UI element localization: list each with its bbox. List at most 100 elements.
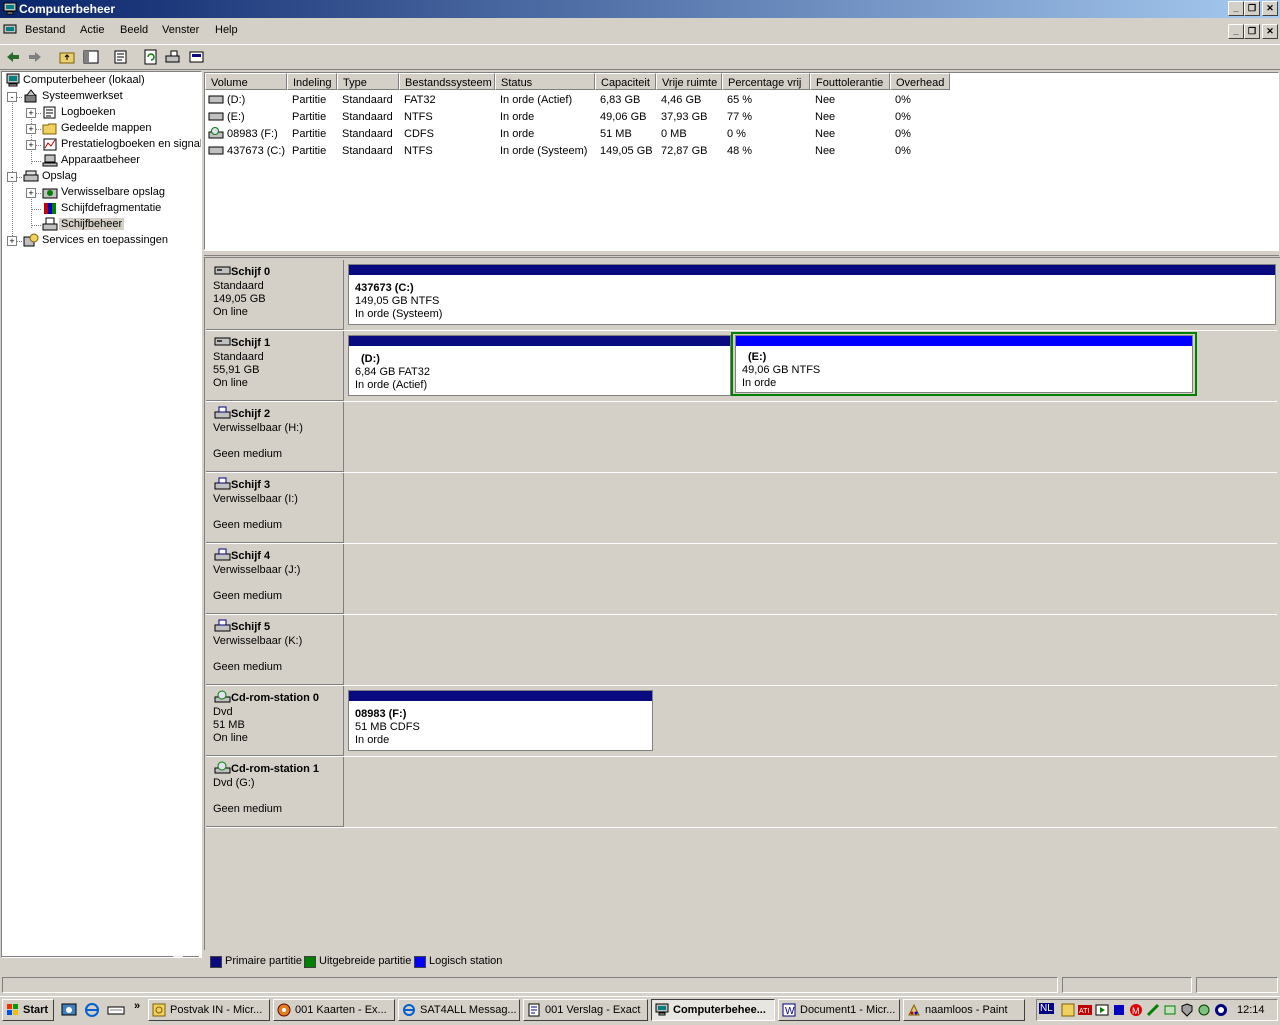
menu-help[interactable]: Help	[215, 24, 238, 36]
disk-label[interactable]: Schijf 0 Standaard 149,05 GB On line	[206, 260, 344, 330]
partition-f[interactable]: 08983 (F:) 51 MB CDFS In orde	[348, 690, 653, 751]
clock[interactable]: 12:14	[1237, 1004, 1265, 1016]
show-desktop-icon[interactable]	[61, 1002, 77, 1018]
tree-item-prestatielogboeken[interactable]: + Prestatielogboeken en signal	[2, 137, 201, 153]
volume-list[interactable]: Volume Indeling Type Bestandssysteem Sta…	[204, 72, 1279, 250]
disk-label[interactable]: Schijf 5 Verwisselbaar (K:) Geen medium	[206, 615, 344, 685]
expand-toggle[interactable]: +	[26, 140, 36, 150]
forward-arrow-icon[interactable]	[26, 48, 44, 66]
disk-label[interactable]: Cd-rom-station 1 Dvd (G:) Geen medium	[206, 757, 344, 827]
column-percentage-vrij[interactable]: Percentage vrij	[722, 73, 810, 90]
up-folder-icon[interactable]	[58, 48, 76, 66]
collapse-toggle[interactable]: -	[7, 92, 17, 102]
drive-settings-icon[interactable]	[164, 48, 182, 66]
partition-c[interactable]: 437673 (C:) 149,05 GB NTFS In orde (Syst…	[348, 264, 1276, 325]
tree-horizontal-scrollbar[interactable]: ◀ ▶	[2, 956, 199, 957]
child-minimize-button[interactable]: _	[1228, 24, 1244, 39]
partition-d[interactable]: (D:) 6,84 GB FAT32 In orde (Actief)	[348, 335, 731, 396]
start-button[interactable]: Start	[2, 999, 54, 1021]
disk-row-cdrom-0[interactable]: Cd-rom-station 0 Dvd 51 MB On line 08983…	[206, 686, 1277, 757]
tree-item-systeemwerkset[interactable]: - Systeemwerkset	[2, 89, 201, 105]
media-icon[interactable]	[1095, 1003, 1109, 1017]
task-document1[interactable]: W Document1 - Micr...	[778, 999, 900, 1021]
tree-item-verwisselbare-opslag[interactable]: + Verwisselbare opslag	[2, 185, 201, 201]
maximize-button[interactable]: ❐	[1244, 1, 1260, 16]
partition-e[interactable]: (E:) 49,06 GB NTFS In orde	[735, 335, 1193, 393]
ati-icon[interactable]: ATI	[1078, 1003, 1092, 1017]
column-fouttolerantie[interactable]: Fouttolerantie	[810, 73, 890, 90]
menu-beeld[interactable]: Beeld	[120, 24, 148, 36]
update-icon[interactable]	[1197, 1003, 1211, 1017]
menu-bestand[interactable]: Bestand	[25, 24, 65, 36]
column-bestandssysteem[interactable]: Bestandssysteem	[399, 73, 495, 90]
menu-venster[interactable]: Venster	[162, 24, 199, 36]
tree-pane[interactable]: Computerbeheer (lokaal) - Systeemwerkset…	[1, 71, 202, 958]
shield-icon[interactable]	[1180, 1003, 1194, 1017]
ie-icon[interactable]	[84, 1002, 100, 1018]
tree-item-logboeken[interactable]: + Logboeken	[2, 105, 201, 121]
pen-icon[interactable]	[1146, 1003, 1160, 1017]
disk-row-cdrom-1[interactable]: Cd-rom-station 1 Dvd (G:) Geen medium	[206, 757, 1277, 828]
disk-row-schijf-1[interactable]: Schijf 1 Standaard 55,91 GB On line (D:)…	[206, 331, 1277, 402]
outlook-tray-icon[interactable]	[1061, 1003, 1075, 1017]
tree-item-computerbeheer[interactable]: Computerbeheer (lokaal)	[2, 73, 201, 89]
task-sat4all[interactable]: SAT4ALL Messag...	[398, 999, 520, 1021]
disk-row-schijf-4[interactable]: Schijf 4 Verwisselbaar (J:) Geen medium	[206, 544, 1277, 615]
task-computerbeheer[interactable]: Computerbehee...	[651, 999, 775, 1021]
disk-label[interactable]: Schijf 3 Verwisselbaar (I:) Geen medium	[206, 473, 344, 543]
expand-toggle[interactable]: +	[26, 108, 36, 118]
tree-item-apparaatbeheer[interactable]: Apparaatbeheer	[2, 153, 201, 169]
table-row[interactable]: 437673 (C:) Partitie Standaard NTFS In o…	[205, 143, 1275, 160]
refresh-icon[interactable]	[142, 48, 160, 66]
expand-toggle[interactable]: +	[26, 188, 36, 198]
menu-actie[interactable]: Actie	[80, 24, 104, 36]
disk-row-schijf-5[interactable]: Schijf 5 Verwisselbaar (K:) Geen medium	[206, 615, 1277, 686]
column-volume[interactable]: Volume	[205, 73, 287, 90]
expand-toggle[interactable]: +	[26, 124, 36, 134]
disk-label[interactable]: Cd-rom-station 0 Dvd 51 MB On line	[206, 686, 344, 756]
language-indicator[interactable]: NL	[1039, 1003, 1054, 1014]
keyboard-icon[interactable]	[107, 1002, 125, 1018]
scroll-right-button[interactable]: ▶	[183, 956, 199, 957]
computer-icon[interactable]	[3, 24, 17, 37]
task-paint[interactable]: naamloos - Paint	[903, 999, 1025, 1021]
properties-icon[interactable]	[112, 48, 130, 66]
table-row[interactable]: (E:) Partitie Standaard NTFS In orde 49,…	[205, 109, 1275, 126]
collapse-toggle[interactable]: -	[7, 172, 17, 182]
column-type[interactable]: Type	[337, 73, 399, 90]
child-close-button[interactable]: ✕	[1262, 24, 1278, 39]
antivirus-icon[interactable]: M	[1129, 1003, 1143, 1017]
pane-splitter[interactable]	[204, 250, 1279, 256]
task-001-verslag[interactable]: 001 Verslag - Exact	[523, 999, 648, 1021]
expand-toggle[interactable]: +	[7, 236, 17, 246]
tree-item-opslag[interactable]: - Opslag	[2, 169, 201, 185]
network-icon[interactable]	[1163, 1003, 1177, 1017]
table-row[interactable]: (D:) Partitie Standaard FAT32 In orde (A…	[205, 92, 1275, 109]
column-vrije-ruimte[interactable]: Vrije ruimte	[656, 73, 722, 90]
child-restore-button[interactable]: ❐	[1244, 24, 1260, 39]
tree-item-services[interactable]: + Services en toepassingen	[2, 233, 201, 249]
column-indeling[interactable]: Indeling	[287, 73, 337, 90]
disk-label[interactable]: Schijf 1 Standaard 55,91 GB On line	[206, 331, 344, 401]
scroll-left-button[interactable]: ◀	[2, 956, 18, 957]
column-status[interactable]: Status	[495, 73, 595, 90]
title-bar[interactable]: Computerbeheer _ ❐ ✕	[0, 0, 1280, 18]
disk-row-schijf-3[interactable]: Schijf 3 Verwisselbaar (I:) Geen medium	[206, 473, 1277, 544]
quick-launch-overflow[interactable]: »	[134, 1000, 140, 1012]
close-button[interactable]: ✕	[1262, 1, 1278, 16]
column-overhead[interactable]: Overhead	[890, 73, 950, 90]
speaker-icon[interactable]	[1214, 1003, 1228, 1017]
disk-label[interactable]: Schijf 2 Verwisselbaar (H:) Geen medium	[206, 402, 344, 472]
disk-row-schijf-2[interactable]: Schijf 2 Verwisselbaar (H:) Geen medium	[206, 402, 1277, 473]
table-row[interactable]: 08983 (F:) Partitie Standaard CDFS In or…	[205, 126, 1275, 143]
column-capaciteit[interactable]: Capaciteit	[595, 73, 656, 90]
tree-item-gedeelde-mappen[interactable]: + Gedeelde mappen	[2, 121, 201, 137]
scroll-thumb[interactable]	[18, 956, 173, 957]
tree-item-schijfdefragmentatie[interactable]: Schijfdefragmentatie	[2, 201, 201, 217]
disk-view-icon[interactable]	[188, 48, 206, 66]
minimize-button[interactable]: _	[1228, 1, 1244, 16]
task-postvak-in[interactable]: Postvak IN - Micr...	[148, 999, 270, 1021]
disk-label[interactable]: Schijf 4 Verwisselbaar (J:) Geen medium	[206, 544, 344, 614]
blue-square-icon[interactable]	[1112, 1003, 1126, 1017]
show-tree-icon[interactable]	[82, 48, 100, 66]
